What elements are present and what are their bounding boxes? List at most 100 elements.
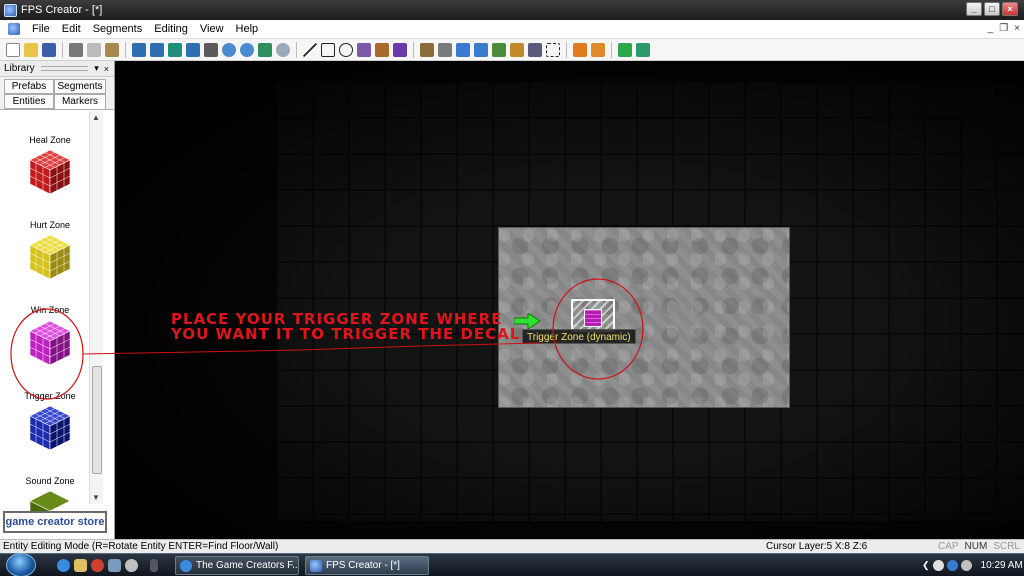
menu-view[interactable]: View	[194, 23, 230, 35]
task-label: FPS Creator - [*]	[326, 560, 400, 571]
doc-restore-icon[interactable]: ❐	[999, 23, 1008, 34]
scroll-up-icon[interactable]: ▲	[92, 113, 100, 122]
view-grid-icon[interactable]	[168, 42, 182, 57]
tab-prefabs[interactable]: Prefabs	[4, 79, 54, 94]
marker-hurt-zone[interactable]: Hurt Zone	[0, 144, 100, 230]
security-icon[interactable]	[960, 560, 972, 571]
magnifier-icon[interactable]	[276, 42, 290, 57]
rectangle-tool-icon[interactable]	[321, 42, 335, 57]
tray-expand-icon[interactable]: ❮	[922, 560, 930, 571]
scroll-thumb[interactable]	[92, 366, 102, 474]
marker-trigger-zone[interactable]: Trigger Zone	[0, 315, 100, 401]
clock[interactable]: 10:29 AM	[981, 560, 1023, 571]
tab-entities[interactable]: Entities	[4, 94, 54, 109]
close-button[interactable]: ×	[1002, 2, 1018, 16]
toolbar-separator	[62, 41, 63, 58]
entity-tool-icon[interactable]	[357, 42, 371, 57]
menu-editing[interactable]: Editing	[148, 23, 194, 35]
document-window-controls: _ ❐ ×	[988, 23, 1020, 34]
paste-icon[interactable]	[105, 42, 119, 57]
scroll-down-icon[interactable]: ▼	[92, 493, 100, 502]
test-game-icon[interactable]	[258, 42, 272, 57]
paint-tool-icon[interactable]	[393, 42, 407, 57]
minimize-button[interactable]: _	[966, 2, 982, 16]
menu-segments[interactable]: Segments	[87, 23, 149, 35]
volume-icon[interactable]	[946, 560, 958, 571]
picker-tool-icon[interactable]	[375, 42, 389, 57]
scroll-indicator: SCRL	[993, 541, 1020, 552]
zoom-out-icon[interactable]	[240, 42, 254, 57]
view-layer-icon[interactable]	[150, 42, 164, 57]
document-icon[interactable]	[8, 23, 20, 35]
select-tool-icon[interactable]	[546, 42, 560, 57]
game-creator-store-button[interactable]: game creator store	[3, 511, 107, 533]
library-tabs: Prefabs Segments Entities Markers	[0, 77, 114, 110]
menu-bar: File Edit Segments Editing View Help _ ❐…	[0, 20, 1024, 39]
wall-tool-icon[interactable]	[492, 42, 506, 57]
copy-icon[interactable]	[87, 42, 101, 57]
toolbar-separator	[125, 41, 126, 58]
trigger-zone-entity[interactable]	[571, 299, 615, 332]
panel-pin-icon[interactable]: ▾	[94, 63, 99, 74]
task-game-creators[interactable]: The Game Creators F...	[175, 556, 299, 575]
floor-tool-icon[interactable]	[474, 42, 488, 57]
save-icon[interactable]	[42, 42, 56, 57]
panel-grip[interactable]	[40, 66, 89, 71]
media-icon[interactable]	[91, 559, 104, 572]
build-game-icon[interactable]	[591, 42, 605, 57]
marker-sound-zone[interactable]: Sound Zone	[0, 400, 100, 486]
marker-win-zone[interactable]: Win Zone	[0, 229, 100, 315]
tab-segments[interactable]: Segments	[54, 79, 106, 94]
panel-close-icon[interactable]: ×	[104, 64, 109, 74]
annotation-line-2: YOU WANT IT TO TRIGGER THE DECAL	[171, 325, 521, 343]
explorer-icon[interactable]	[74, 559, 87, 572]
menu-help[interactable]: Help	[230, 23, 265, 35]
library-scrollbar[interactable]: ▲ ▼	[89, 111, 103, 504]
taskbar: The Game Creators F... FPS Creator - [*]…	[0, 553, 1024, 576]
marker-list: Heal Zone Hurt Zone Win Zone Trigger Zon…	[0, 111, 100, 516]
circle-tool-icon[interactable]	[339, 42, 353, 57]
line-tool-icon[interactable]	[303, 42, 317, 57]
test-level-icon[interactable]	[618, 42, 632, 57]
ie-icon[interactable]	[57, 559, 70, 572]
doc-close-icon[interactable]: ×	[1014, 23, 1020, 34]
start-orb[interactable]	[6, 553, 36, 576]
view-top-icon[interactable]	[132, 42, 146, 57]
maximize-button[interactable]: □	[984, 2, 1000, 16]
marker-heal-zone[interactable]: Heal Zone	[0, 111, 100, 145]
caps-indicator: CAP	[937, 541, 959, 552]
flag-icon[interactable]	[573, 42, 587, 57]
open-file-icon[interactable]	[24, 42, 38, 57]
editor-viewport[interactable]: Trigger Zone (dynamic) PLACE YOUR TRIGGE…	[116, 61, 1024, 539]
entity-tooltip: Trigger Zone (dynamic)	[522, 329, 636, 344]
cut-icon[interactable]	[69, 42, 83, 57]
rotate-tool-icon[interactable]	[528, 42, 542, 57]
quicklaunch-overflow-icon[interactable]	[150, 559, 158, 572]
zoom-in-icon[interactable]	[222, 42, 236, 57]
tab-markers[interactable]: Markers	[54, 94, 106, 109]
layers-icon[interactable]	[204, 42, 218, 57]
new-file-icon[interactable]	[6, 42, 20, 57]
network-icon[interactable]	[932, 560, 944, 571]
menu-edit[interactable]: Edit	[56, 23, 87, 35]
edit-tool-icon[interactable]	[510, 42, 524, 57]
trigger-zone-core	[584, 309, 602, 327]
segment-tool-icon[interactable]	[420, 42, 434, 57]
editing-mode-text: Entity Editing Mode (R=Rotate Entity ENT…	[3, 541, 279, 552]
toolbar	[0, 39, 1024, 61]
prefab-tool-icon[interactable]	[438, 42, 452, 57]
quicklaunch-icon[interactable]	[125, 559, 138, 572]
toolbar-separator	[413, 41, 414, 58]
toolbar-separator	[611, 41, 612, 58]
waypoint-tool-icon[interactable]	[456, 42, 470, 57]
task-fps-creator[interactable]: FPS Creator - [*]	[305, 556, 429, 575]
quicklaunch-icon[interactable]	[108, 559, 121, 572]
menu-file[interactable]: File	[26, 23, 56, 35]
cursor-position-text: Cursor Layer:5 X:8 Z:6	[766, 541, 868, 552]
floor-segment[interactable]	[498, 227, 790, 408]
view-entity-icon[interactable]	[186, 42, 200, 57]
export-icon[interactable]	[636, 42, 650, 57]
ie-icon	[180, 560, 192, 572]
toolbar-separator	[296, 41, 297, 58]
doc-minimize-icon[interactable]: _	[988, 23, 994, 34]
